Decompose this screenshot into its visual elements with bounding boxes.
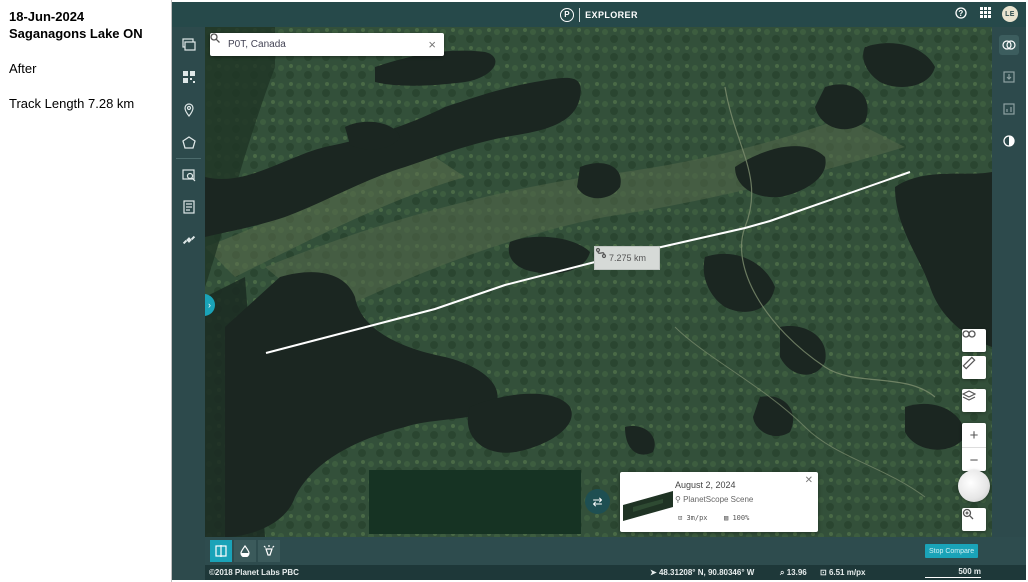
stop-compare-button[interactable]: Stop Compare — [925, 544, 979, 558]
layers-list-icon[interactable] — [179, 35, 198, 54]
right-toolbar — [992, 27, 1026, 537]
explorer-app: P EXPLORER ? LE P0T, Canada × 7.275 km ›… — [172, 2, 1026, 582]
navigation-arrow-icon: ➤ — [650, 568, 657, 577]
scene-thumbnail — [623, 491, 673, 521]
zoom-magnifier-icon[interactable] — [962, 508, 986, 531]
scale-bar: 500 m — [925, 567, 981, 578]
satellite-icon: ⚲ — [675, 495, 681, 504]
annotation-title: 18-Jun-2024 Saganagons Lake ON — [9, 9, 143, 41]
ruler-measure-icon[interactable] — [962, 356, 986, 379]
coordinates-value: 48.31208° N, 90.80346° W — [658, 568, 755, 577]
bottom-toolbar: Stop Compare — [205, 537, 1026, 565]
map-resolution-value: 6.51 m/px — [828, 568, 866, 577]
scene-coverage-value: 100% — [732, 514, 750, 522]
brand[interactable]: P EXPLORER — [560, 7, 638, 22]
zoom-in-button[interactable]: + — [962, 423, 986, 447]
brand-divider — [579, 7, 581, 22]
zoom-level-value: 13.96 — [786, 567, 807, 577]
apps-grid-icon[interactable] — [978, 7, 992, 21]
map-canvas[interactable]: P0T, Canada × 7.275 km › + − ⇄ August 2,… — [205, 27, 992, 537]
opacity-drop-icon[interactable] — [234, 540, 256, 562]
share-link-icon[interactable] — [962, 329, 986, 352]
satellite-imagery — [205, 27, 992, 537]
compare-view-icon[interactable] — [999, 35, 1019, 55]
scene-resolution: ⊡ 3m/px — [678, 514, 708, 522]
measure-distance-value: 7.275 km — [609, 253, 647, 263]
cursor-coordinates: ➤ 48.31208° N, 90.80346° W — [650, 568, 754, 577]
zoom-out-button[interactable]: − — [962, 448, 986, 472]
analytics-icon[interactable] — [999, 99, 1019, 119]
left-toolbar: ⚙ — [172, 27, 205, 582]
scene-resolution-value: 3m/px — [686, 514, 708, 522]
swap-compare-icon[interactable]: ⇄ — [585, 489, 610, 514]
view-mode-tools — [210, 540, 280, 562]
zoom-controls: + − — [962, 423, 986, 471]
top-bar: P EXPLORER ? LE — [172, 2, 1026, 27]
planet-logo-icon: P — [560, 7, 575, 22]
globe-view-icon[interactable] — [958, 470, 990, 502]
app-name: EXPLORER — [585, 9, 638, 20]
top-right-controls: ? LE — [954, 6, 1018, 22]
slide: 18-Jun-2024 Saganagons Lake ON After Tra… — [0, 0, 1028, 582]
search-input[interactable]: P0T, Canada — [228, 39, 428, 50]
scene-coverage: ▨ 100% — [724, 514, 750, 522]
annotation-track-length: Track Length 7.28 km — [9, 96, 135, 111]
scene-type: ⚲ PlanetScope Scene — [675, 495, 753, 504]
compare-left-thumbnail[interactable] — [369, 470, 581, 534]
close-scene-icon[interactable]: ✕ — [805, 475, 813, 486]
zoom-level-icon: ⌕ — [780, 567, 785, 577]
annotation-state: After — [9, 61, 37, 76]
location-search-box[interactable]: P0T, Canada × — [210, 33, 444, 56]
map-resolution: ⊡ 6.51 m/px — [820, 568, 865, 577]
user-avatar[interactable]: LE — [1002, 6, 1018, 22]
report-document-icon[interactable] — [179, 197, 198, 216]
satellite-tasking-icon[interactable] — [179, 230, 198, 249]
copyright-text: ©2018 Planet Labs PBC — [209, 568, 299, 577]
measure-distance-label: 7.275 km — [594, 246, 660, 270]
scene-type-label: PlanetScope Scene — [683, 495, 754, 504]
svg-text:?: ? — [958, 9, 963, 18]
contrast-adjust-icon[interactable] — [999, 131, 1019, 151]
mosaic-grid-icon[interactable] — [179, 67, 198, 86]
help-icon[interactable]: ? — [954, 7, 968, 21]
annotation-panel: 18-Jun-2024 Saganagons Lake ON After Tra… — [0, 0, 172, 582]
download-icon[interactable] — [999, 67, 1019, 87]
clear-search-icon[interactable]: × — [428, 37, 436, 52]
toolbar-divider — [176, 158, 201, 159]
location-pin-icon[interactable] — [179, 100, 198, 119]
resolution-icon: ⊡ — [820, 568, 827, 577]
image-search-icon[interactable] — [179, 165, 198, 184]
scene-card[interactable]: August 2, 2024 ⚲ PlanetScope Scene ⊡ 3m/… — [620, 472, 818, 532]
status-bar: ©2018 Planet Labs PBC ➤ 48.31208° N, 90.… — [205, 565, 1026, 580]
basemap-layers-icon[interactable] — [962, 389, 986, 412]
zoom-level: ⌕ 13.96 — [780, 568, 807, 578]
spotlight-icon[interactable] — [258, 540, 280, 562]
scene-date: August 2, 2024 — [675, 480, 736, 490]
polygon-draw-icon[interactable] — [179, 133, 198, 152]
split-view-icon[interactable] — [210, 540, 232, 562]
